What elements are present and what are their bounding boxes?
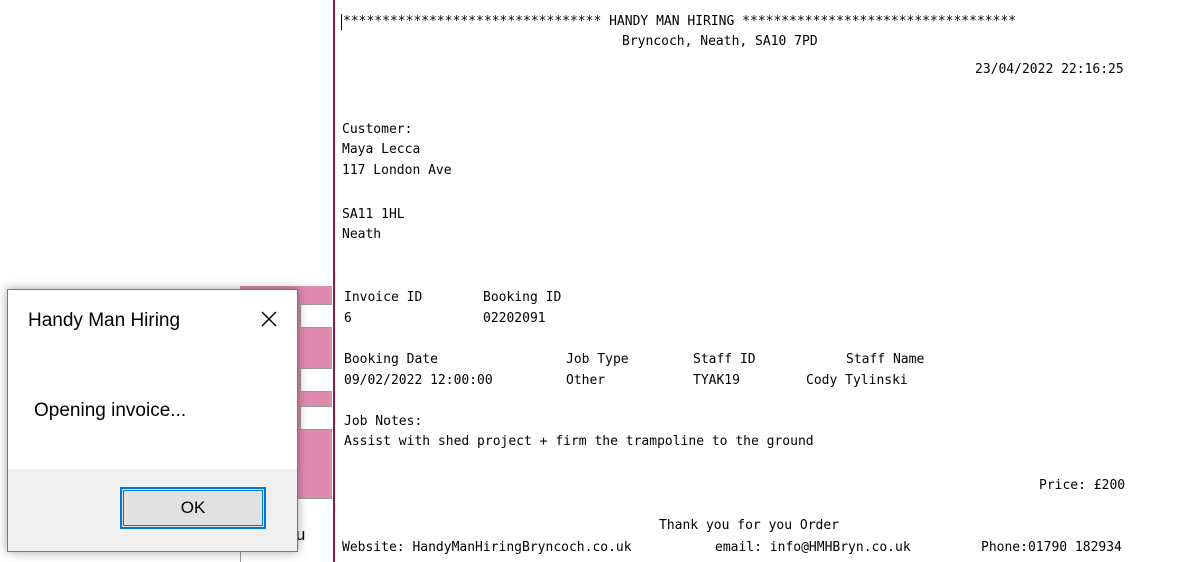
dialog-title: Handy Man Hiring (28, 310, 181, 331)
staff-name-label: Staff Name (846, 352, 925, 367)
staff-id-label: Staff ID (693, 352, 756, 367)
job-notes-text: Assist with shed project + firm the tram… (344, 434, 814, 449)
booking-date-value: 09/02/2022 12:00:00 (344, 373, 493, 388)
background-input[interactable] (300, 304, 332, 328)
customer-street: 117 London Ave (342, 163, 452, 178)
customer-label: Customer: (342, 122, 413, 137)
job-type-label: Job Type (566, 352, 629, 367)
dialog-message: Opening invoice... (34, 400, 187, 421)
booking-id-value: 02202091 (483, 311, 546, 326)
background-input[interactable] (300, 368, 332, 392)
close-icon[interactable] (252, 304, 286, 334)
customer-name: Maya Lecca (342, 142, 421, 157)
booking-id-label: Booking ID (483, 290, 562, 305)
invoice-id-label: Invoice ID (344, 290, 423, 305)
staff-name-value: Cody Tylinski (806, 373, 908, 388)
email-text: email: info@HMHBryn.co.uk (715, 540, 911, 555)
website-text: Website: HandyManHiringBryncoch.co.uk (342, 540, 632, 555)
message-dialog: Handy Man Hiring Opening invoice... OK (7, 289, 298, 552)
ok-button-label: OK (180, 498, 206, 517)
customer-town: Neath (342, 227, 382, 242)
invoice-datetime: 23/04/2022 22:16:25 (975, 62, 1124, 77)
dialog-footer: OK (8, 469, 297, 551)
booking-date-label: Booking Date (344, 352, 438, 367)
background-input[interactable] (300, 406, 332, 430)
thank-you-text: Thank you for you Order (659, 518, 840, 533)
phone-text: Phone:01790 182934 (981, 540, 1122, 555)
invoice-price: Price: £200 (1039, 478, 1126, 493)
job-notes-label: Job Notes: (344, 414, 423, 429)
invoice-viewer[interactable]: ********************************* HANDY … (333, 0, 1189, 562)
staff-id-value: TYAK19 (693, 373, 740, 388)
ok-button[interactable]: OK (120, 487, 266, 529)
job-type-value: Other (566, 373, 606, 388)
invoice-header: ********************************* HANDY … (343, 14, 1017, 29)
company-address: Bryncoch, Neath, SA10 7PD (622, 34, 818, 49)
customer-postcode: SA11 1HL (342, 207, 405, 222)
invoice-id-value: 6 (344, 311, 352, 326)
text-caret (341, 14, 342, 30)
